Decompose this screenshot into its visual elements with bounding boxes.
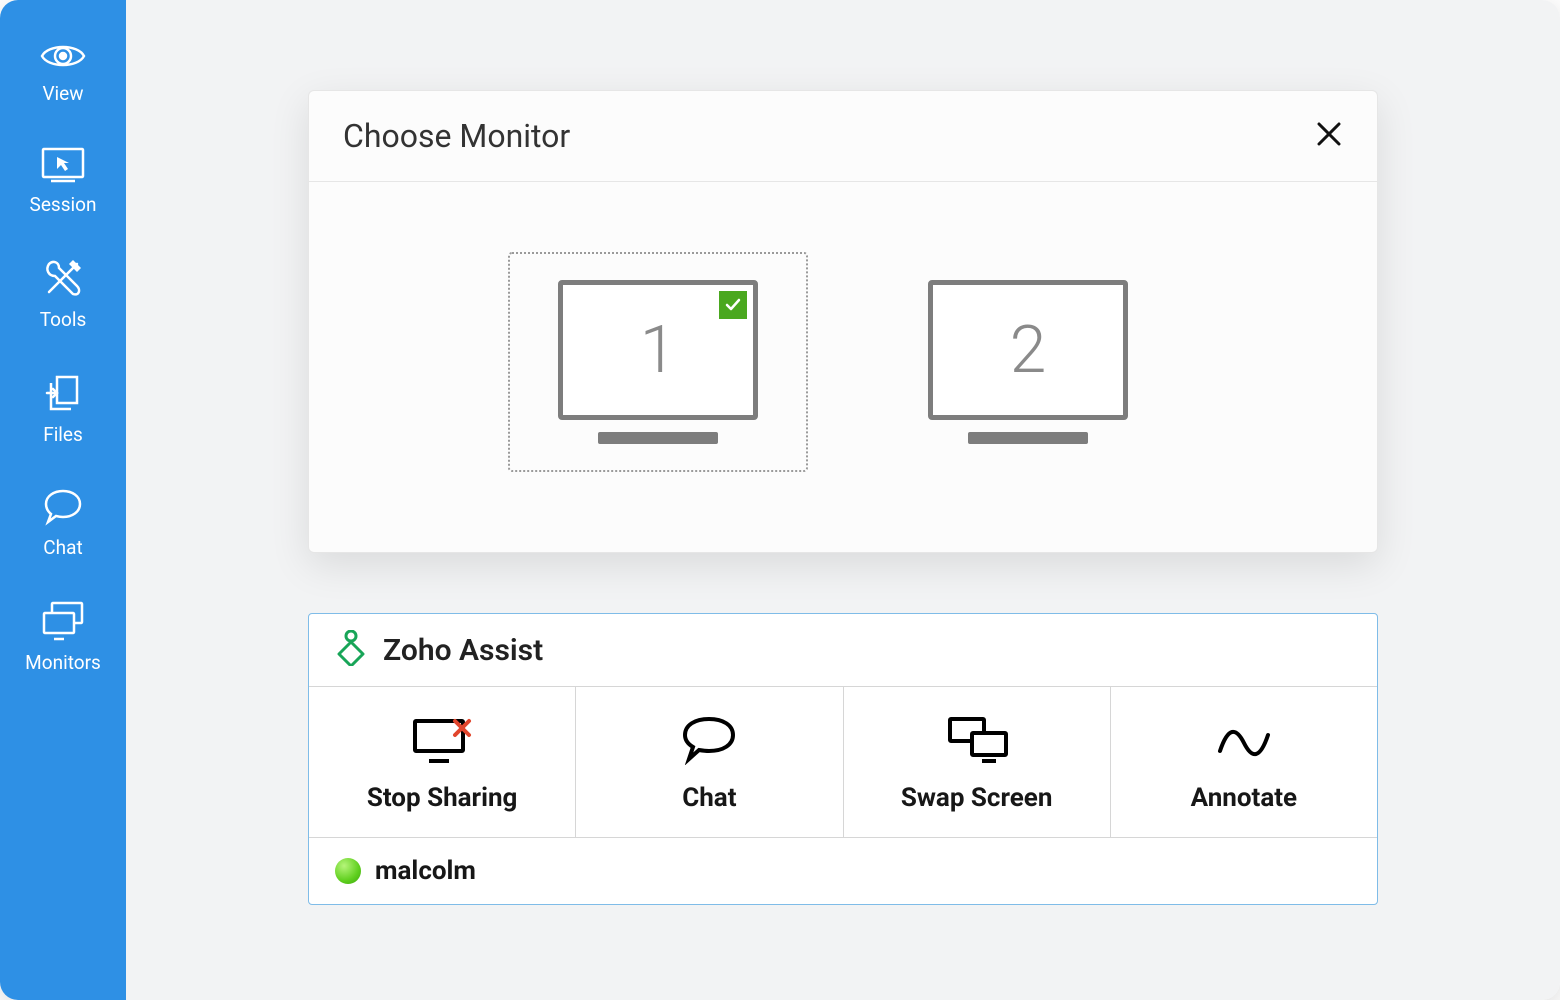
app-window: View Session Tools	[0, 0, 1560, 1000]
monitor-cursor-icon	[41, 147, 85, 183]
dialog-header: Choose Monitor	[309, 91, 1377, 182]
dialog-title: Choose Monitor	[343, 117, 570, 155]
sidebar-item-label: Chat	[43, 536, 82, 559]
status-online-icon	[335, 858, 361, 884]
brand-name: Zoho Assist	[383, 633, 543, 668]
sidebar-item-view[interactable]: View	[40, 40, 86, 105]
sidebar-item-label: Tools	[40, 308, 87, 331]
swap-screen-icon	[944, 715, 1010, 769]
sidebar-item-tools[interactable]: Tools	[40, 258, 87, 331]
monitor-option-1[interactable]: 1	[508, 252, 808, 472]
swap-screen-button[interactable]: Swap Screen	[844, 687, 1111, 837]
choose-monitor-dialog: Choose Monitor 1	[308, 90, 1378, 553]
monitor-option-2[interactable]: 2	[878, 252, 1178, 472]
monitors-icon	[40, 601, 86, 641]
sidebar-item-label: Monitors	[25, 651, 101, 674]
action-label: Annotate	[1191, 783, 1297, 813]
assist-toolbar: Zoho Assist Stop Sharin	[308, 613, 1378, 905]
action-label: Swap Screen	[901, 783, 1053, 813]
sidebar-item-label: Files	[43, 423, 83, 446]
close-icon	[1315, 133, 1343, 152]
sidebar-item-label: View	[42, 82, 83, 105]
monitor-number: 1	[640, 312, 677, 389]
monitor-icon: 1	[558, 280, 758, 444]
sidebar-item-monitors[interactable]: Monitors	[25, 601, 101, 674]
tools-icon	[43, 258, 83, 298]
eye-icon	[40, 40, 86, 72]
stop-sharing-button[interactable]: Stop Sharing	[309, 687, 576, 837]
selected-check-icon	[719, 291, 747, 319]
sidebar-item-chat[interactable]: Chat	[42, 488, 84, 559]
annotate-button[interactable]: Annotate	[1111, 687, 1377, 837]
monitor-number: 2	[1010, 312, 1047, 389]
close-button[interactable]	[1315, 120, 1343, 152]
chat-icon	[42, 488, 84, 526]
files-icon	[43, 373, 83, 413]
chat-bubble-icon	[679, 715, 739, 769]
action-label: Stop Sharing	[367, 783, 518, 813]
zoho-assist-logo-icon	[331, 630, 371, 670]
user-name: malcolm	[375, 856, 476, 886]
toolbar-actions: Stop Sharing Chat	[309, 687, 1377, 838]
sidebar: View Session Tools	[0, 0, 126, 1000]
sidebar-item-label: Session	[30, 193, 97, 216]
chat-button[interactable]: Chat	[576, 687, 843, 837]
stop-sharing-icon	[409, 715, 475, 769]
main-area: Choose Monitor 1	[126, 0, 1560, 1000]
sidebar-item-files[interactable]: Files	[43, 373, 83, 446]
sidebar-item-session[interactable]: Session	[30, 147, 97, 216]
monitor-icon: 2	[928, 280, 1128, 444]
toolbar-header: Zoho Assist	[309, 614, 1377, 687]
action-label: Chat	[682, 783, 736, 813]
monitor-options: 1 2	[309, 182, 1377, 552]
user-row: malcolm	[309, 838, 1377, 904]
annotate-icon	[1214, 715, 1274, 769]
